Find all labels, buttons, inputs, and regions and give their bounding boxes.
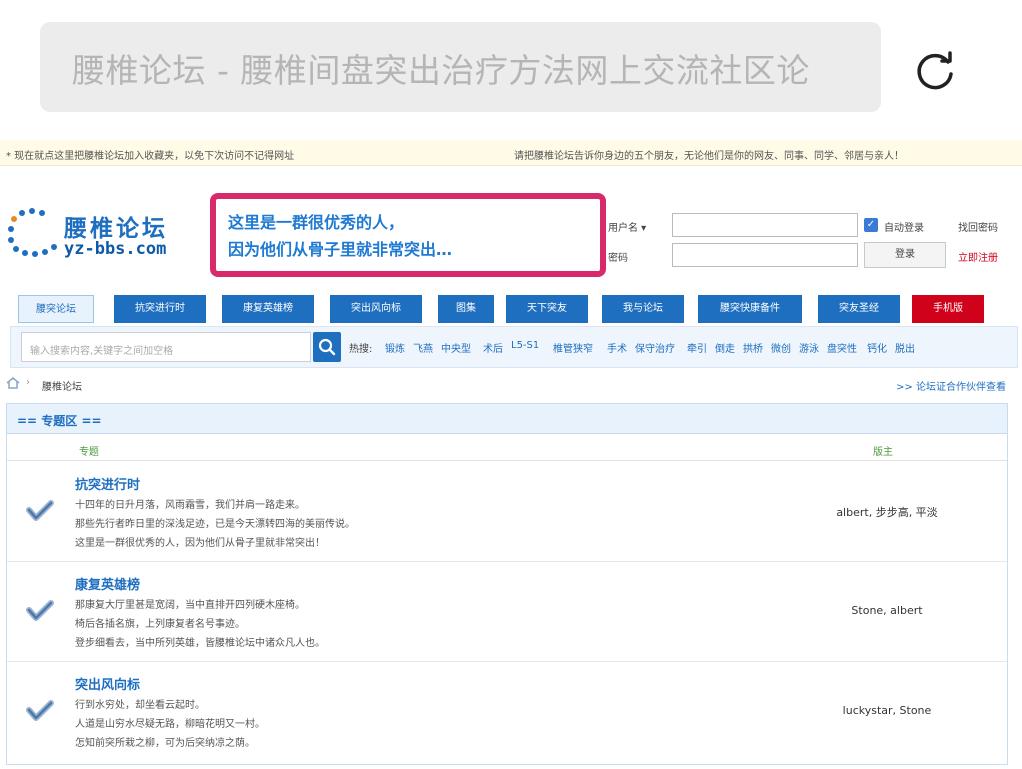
hot-tag[interactable]: 脱出 (895, 340, 915, 355)
table-row[interactable]: 突出风向标 行到水穷处，却坐看云起时。 人道是山穷水尽疑无路，柳暗花明又一村。 … (7, 662, 1007, 762)
hot-tag[interactable]: 保守治疗 (635, 340, 675, 355)
slogan-line-1: 这里是一群很优秀的人， (228, 213, 405, 232)
forum-desc-line: 十四年的日升月落，风雨霜雪，我们并肩一路走来。 (75, 500, 305, 511)
hot-tag[interactable]: 游泳 (799, 340, 819, 355)
login-panel: 用户名 ▾ 密码 ✓ 自动登录 找回密码 登录 立即注册 (608, 207, 1022, 268)
partner-link[interactable]: >> 论坛证合作伙伴查看 (896, 378, 1006, 393)
slogan-line-2: 因为他们从骨子里就非常突出… (228, 240, 453, 259)
forum-moderators[interactable]: luckystar, Stone (797, 704, 977, 717)
nav-item-friends[interactable]: 天下突友 (506, 295, 588, 323)
table-row[interactable]: 抗突进行时 十四年的日升月落，风雨霜雪，我们并肩一路走来。 那些先行者昨日里的深… (7, 462, 1007, 562)
breadcrumb: › 腰椎论坛 >> 论坛证合作伙伴查看 (0, 374, 1022, 394)
column-topic: 专题 (79, 447, 99, 458)
auto-login-label: 自动登录 (884, 223, 924, 234)
forum-title[interactable]: 突出风向标 (75, 674, 140, 693)
logo-chinese-name: 腰椎论坛 (64, 215, 168, 242)
forum-title[interactable]: 康复英雄榜 (75, 574, 140, 593)
hot-tag[interactable]: 微创 (771, 340, 791, 355)
browser-top-bar: 腰椎论坛 - 腰椎间盘突出治疗方法网上交流社区论 (0, 0, 1022, 138)
forum-desc-line: 怎知前突所栽之柳，可为后突纳凉之荫。 (75, 738, 255, 749)
hot-tag[interactable]: 中央型 (441, 340, 471, 355)
hot-tag[interactable]: 手术 (607, 340, 627, 355)
nav-item-heroes[interactable]: 康复英雄榜 (222, 295, 314, 323)
search-placeholder: 输入搜索内容,关键字之间加空格 (30, 346, 174, 357)
hot-tag[interactable]: 术后 (483, 340, 503, 355)
section-header: == 专题区 == (7, 404, 1007, 434)
site-logo[interactable]: 腰椎论坛 yz-bbs.com (6, 207, 196, 267)
forum-desc-line: 人道是山穷水尽疑无路，柳暗花明又一村。 (75, 719, 265, 730)
forum-desc-line: 这里是一群很优秀的人，因为他们从骨子里就非常突出！ (75, 538, 325, 549)
forum-desc-line: 行到水穷处，却坐看云起时。 (75, 700, 205, 711)
forum-check-icon (26, 500, 54, 521)
home-icon[interactable] (6, 377, 20, 389)
forum-check-icon (26, 700, 54, 721)
search-icon (318, 338, 336, 356)
reload-icon[interactable] (912, 48, 958, 94)
forum-desc-line: 那些先行者昨日里的深浅足迹，已是今天漂转四海的美丽传说。 (75, 519, 355, 530)
hot-tag[interactable]: 盘突性 (827, 340, 857, 355)
nav-item-trend[interactable]: 突出风向标 (330, 295, 422, 323)
auto-login-checkbox[interactable]: ✓ (864, 218, 878, 232)
hot-tag[interactable]: 飞燕 (413, 340, 433, 355)
forum-section: == 专题区 == 专题 版主 抗突进行时 十四年的日升月落，风雨霜雪，我们并肩… (6, 403, 1008, 765)
nav-item-gallery[interactable]: 图集 (438, 295, 494, 323)
main-nav: 腰突论坛 抗突进行时 康复英雄榜 突出风向标 图集 天下突友 我与论坛 腰突快康… (0, 295, 1022, 323)
address-bar[interactable]: 腰椎论坛 - 腰椎间盘突出治疗方法网上交流社区论 (40, 22, 881, 112)
forum-check-icon (26, 600, 54, 621)
hot-tag[interactable]: 牵引 (687, 340, 707, 355)
hot-tag[interactable]: L5-S1 (511, 340, 539, 351)
password-input[interactable] (672, 243, 858, 267)
forum-desc-line: 椅后各插名旗，上列康复者名号事迹。 (75, 619, 245, 630)
login-button[interactable]: 登录 (864, 242, 946, 268)
forum-desc-line: 登步细看去，当中所列英雄，皆腰椎论坛中诸众凡人也。 (75, 638, 325, 649)
forum-title[interactable]: 抗突进行时 (75, 474, 140, 493)
hot-tag[interactable]: 锻炼 (385, 340, 405, 355)
hot-tag[interactable]: 倒走 (715, 340, 735, 355)
hot-search-label: 热搜: (349, 344, 373, 355)
nav-item-home[interactable]: 腰突论坛 (18, 295, 94, 323)
table-row[interactable]: 康复英雄榜 那康复大厅里甚是宽阔，当中直排开四列硬木座椅。 椅后各插名旗，上列康… (7, 562, 1007, 662)
nav-item-fight[interactable]: 抗突进行时 (114, 295, 206, 323)
site-header: 腰椎论坛 yz-bbs.com 这里是一群很优秀的人， 因为他们从骨子里就非常突… (0, 167, 1022, 285)
breadcrumb-current[interactable]: 腰椎论坛 (42, 378, 82, 393)
address-bar-title: 腰椎论坛 - 腰椎间盘突出治疗方法网上交流社区论 (72, 51, 810, 90)
nav-item-mobile[interactable]: 手机版 (912, 295, 984, 323)
bookmark-notice[interactable]: * 现在就点这里把腰椎论坛加入收藏夹，以免下次访问不记得网址 (6, 147, 294, 162)
search-input[interactable]: 输入搜索内容,关键字之间加空格 (21, 332, 311, 362)
nav-item-me-and-forum[interactable]: 我与论坛 (602, 295, 684, 323)
nav-item-kit[interactable]: 腰突快康备件 (698, 295, 802, 323)
search-button[interactable] (313, 332, 341, 362)
slogan-banner: 这里是一群很优秀的人， 因为他们从骨子里就非常突出… (210, 193, 606, 277)
username-input[interactable] (672, 213, 858, 237)
forum-desc-line: 那康复大厅里甚是宽阔，当中直排开四列硬木座椅。 (75, 600, 305, 611)
breadcrumb-separator: › (26, 377, 30, 388)
hot-tag[interactable]: 钙化 (867, 340, 887, 355)
forum-moderators[interactable]: Stone, albert (797, 604, 977, 617)
column-moderator: 版主 (873, 447, 893, 458)
notice-strip: * 现在就点这里把腰椎论坛加入收藏夹，以免下次访问不记得网址 请把腰椎论坛告诉你… (0, 140, 1022, 166)
nav-item-bible[interactable]: 突友圣经 (818, 295, 900, 323)
forum-moderators[interactable]: albert, 步步高, 平淡 (797, 504, 977, 520)
register-link[interactable]: 立即注册 (958, 249, 998, 264)
search-bar: 输入搜索内容,关键字之间加空格 热搜: 锻炼 飞燕 中央型 术后 L5-S1 椎… (10, 326, 1018, 368)
username-label[interactable]: 用户名 ▾ (608, 219, 646, 234)
hot-tag[interactable]: 拱桥 (743, 340, 763, 355)
section-title[interactable]: == 专题区 == (17, 412, 102, 429)
hot-tag[interactable]: 椎管狭窄 (553, 340, 593, 355)
logo-domain: yz-bbs.com (64, 239, 167, 259)
forgot-password-link[interactable]: 找回密码 (958, 219, 998, 234)
logo-dots-icon (8, 208, 57, 257)
password-label: 密码 (608, 253, 628, 264)
share-notice: 请把腰椎论坛告诉你身边的五个朋友，无论他们是你的网友、同事、同学、邻居与亲人！ (514, 151, 904, 162)
column-headers: 专题 版主 (7, 435, 1007, 461)
